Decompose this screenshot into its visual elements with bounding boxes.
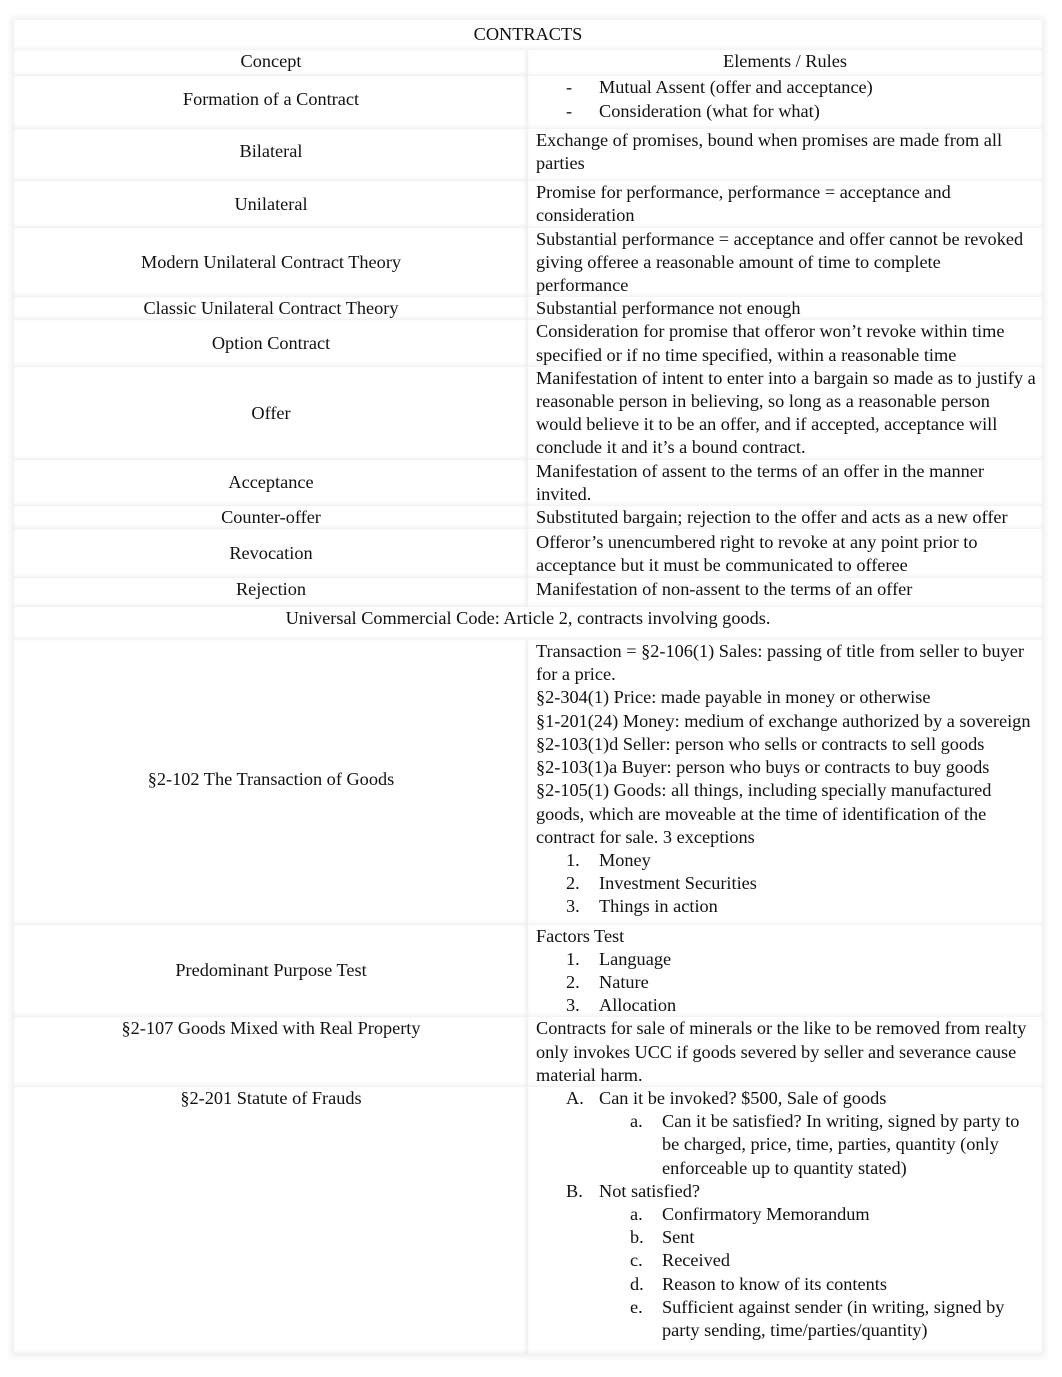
list-item: b. Sent (630, 1227, 695, 1248)
rules-cell: Promise for performance, performance = a… (528, 181, 1042, 227)
rules-cell: - Mutual Assent (offer and acceptance) -C… (528, 76, 1042, 128)
table-row: §2-102 The Transaction of Goods Transact… (14, 640, 1042, 924)
list-item: 3. Things in action (566, 896, 718, 917)
list-item: e. Sufficient against sender (in writing,… (630, 1296, 1005, 1340)
list-item: 2. Investment Securities (566, 873, 757, 894)
rules-cell: Substantial performance not enough (528, 297, 1042, 320)
table-row: Revocation Offeror’s unencumbered right … (14, 529, 1042, 577)
definition-line: §1-201(24) Money: medium of exchange aut… (536, 710, 1031, 731)
rules-cell: Transaction = §2-106(1) Sales: passing o… (528, 640, 1042, 924)
table-row: Option Contract Consideration for promis… (14, 320, 1042, 366)
lettered-list: A. Can it be invoked? $500, Sale of goods (536, 1087, 1036, 1110)
table-row: Counter-offer Substituted bargain; rejec… (14, 506, 1042, 529)
column-header-rules: Elements / Rules (528, 50, 1042, 76)
concept-cell: Acceptance (14, 460, 528, 506)
concept-cell: Option Contract (14, 320, 528, 366)
rules-cell: Exchange of promises, bound when promise… (528, 129, 1042, 181)
list-item: d. Reason to know of its contents (630, 1273, 887, 1294)
table-row: Classic Unilateral Contract Theory Subst… (14, 297, 1042, 320)
rules-cell: Factors Test 1. Language 2. Nature 3. Alloc… (528, 925, 1042, 1018)
concept-cell: Classic Unilateral Contract Theory (14, 297, 528, 320)
table-row: Acceptance Manifestation of assent to th… (14, 460, 1042, 506)
concept-cell: Formation of a Contract (14, 76, 528, 128)
sub-list: a. Confirmatory Memorandum b. Sent c. Recei… (536, 1203, 1036, 1342)
table-row: §2-201 Statute of Frauds A. Can it be inv… (14, 1087, 1042, 1354)
rules-cell: Manifestation of assent to the terms of … (528, 460, 1042, 506)
list-item: A. Can it be invoked? $500, Sale of goods (566, 1087, 887, 1108)
table-row: Unilateral Promise for performance, perf… (14, 181, 1042, 227)
concept-cell: Revocation (14, 529, 528, 577)
concept-cell: §2-102 The Transaction of Goods (14, 640, 528, 924)
list-item: c. Received (630, 1250, 731, 1271)
table-row: Modern Unilateral Contract Theory Substa… (14, 228, 1042, 298)
concept-cell: Unilateral (14, 181, 528, 227)
definition-line: §2-105(1) Goods: all things, including s… (536, 780, 992, 847)
section-heading-row: Universal Commercial Code: Article 2, co… (14, 607, 1042, 640)
definition-line: §2-103(1)a Buyer: person who buys or con… (536, 757, 990, 778)
list-item: B. Not satisfied? (566, 1180, 701, 1201)
table-row: Formation of a Contract - Mutual Assent (… (14, 76, 1042, 128)
lettered-list: B. Not satisfied? (536, 1180, 1036, 1203)
table-row: Offer Manifestation of intent to enter i… (14, 367, 1042, 460)
concept-cell: Bilateral (14, 129, 528, 181)
list-item: a. Can it be satisfied? In writing, signe… (630, 1111, 1020, 1178)
concept-cell: Counter-offer (14, 506, 528, 529)
numbered-list: 1. Language 2. Nature 3. Allocation (536, 948, 1036, 1018)
concept-cell: §2-107 Goods Mixed with Real Property (14, 1017, 528, 1087)
title-row: CONTRACTS (14, 20, 1042, 50)
list-item: 2. Nature (566, 971, 649, 992)
list-intro: Factors Test (536, 925, 625, 946)
table-row: Bilateral Exchange of promises, bound wh… (14, 129, 1042, 181)
table-row: Rejection Manifestation of non-assent to… (14, 578, 1042, 607)
concept-cell: Modern Unilateral Contract Theory (14, 228, 528, 298)
rules-cell: Manifestation of intent to enter into a … (528, 367, 1042, 460)
concept-cell: Predominant Purpose Test (14, 925, 528, 1018)
bullet-list: - Mutual Assent (offer and acceptance) -C… (536, 76, 1036, 122)
definition-line: §2-304(1) Price: made payable in money o… (536, 687, 931, 708)
rules-cell: Substantial performance = acceptance and… (528, 228, 1042, 298)
column-header-concept: Concept (14, 50, 528, 76)
table-row: §2-107 Goods Mixed with Real Property Co… (14, 1017, 1042, 1087)
numbered-list: 1. Money 2. Investment Securities 3. Things… (536, 849, 1036, 919)
concept-cell: Offer (14, 367, 528, 460)
rules-cell: A. Can it be invoked? $500, Sale of goods… (528, 1087, 1042, 1354)
ucc-section-heading: Universal Commercial Code: Article 2, co… (14, 607, 1042, 640)
concept-cell: §2-201 Statute of Frauds (14, 1087, 528, 1354)
header-row: Concept Elements / Rules (14, 50, 1042, 76)
rules-cell: Substituted bargain; rejection to the of… (528, 506, 1042, 529)
list-item: - Mutual Assent (offer and acceptance) (566, 77, 873, 98)
concept-cell: Rejection (14, 578, 528, 607)
list-item: - Consideration (what for what) (566, 100, 820, 121)
list-item: 1. Money (566, 849, 651, 870)
definition-line: §2-103(1)d Seller: person who sells or c… (536, 733, 985, 754)
rules-cell: Consideration for promise that offeror w… (528, 320, 1042, 366)
rules-cell: Offeror’s unencumbered right to revoke a… (528, 529, 1042, 577)
contracts-outline-table: CONTRACTS Concept Elements / Rules Forma… (14, 20, 1042, 1354)
definition-line: Transaction = §2-106(1) Sales: passing o… (536, 641, 1024, 685)
sub-list: a. Can it be satisfied? In writing, signe… (536, 1110, 1036, 1180)
list-item: 3. Allocation (566, 995, 677, 1016)
list-item: a. Confirmatory Memorandum (630, 1203, 870, 1224)
rules-cell: Manifestation of non-assent to the terms… (528, 578, 1042, 607)
table-row: Predominant Purpose Test Factors Test 1.… (14, 925, 1042, 1018)
list-item: 1. Language (566, 948, 672, 969)
rules-cell: Contracts for sale of minerals or the li… (528, 1017, 1042, 1087)
document-title: CONTRACTS (14, 20, 1042, 50)
